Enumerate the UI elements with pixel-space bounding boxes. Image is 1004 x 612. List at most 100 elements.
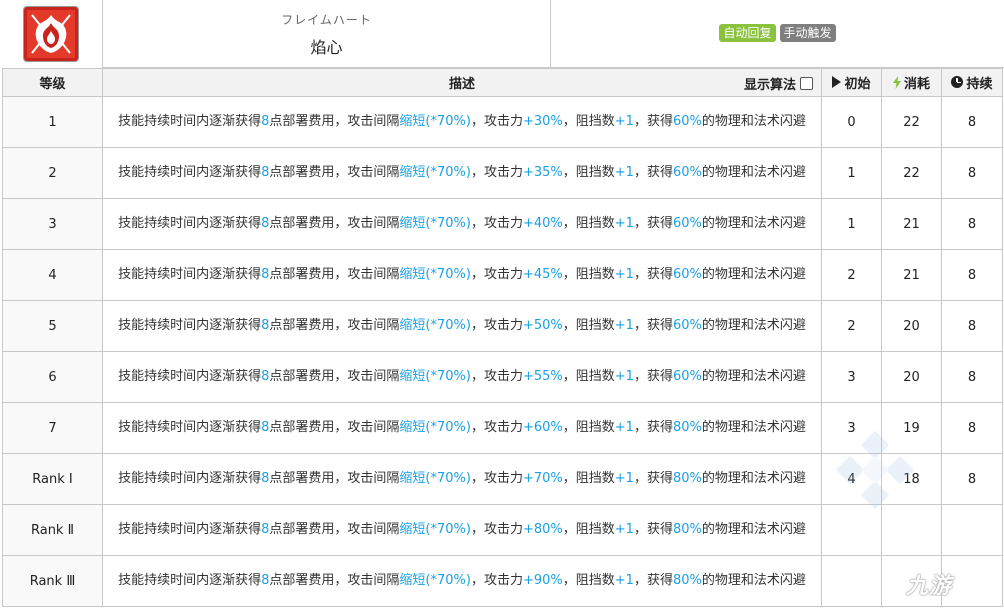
row-description: 技能持续时间内逐渐获得8点部署费用，攻击间隔缩短(*70%)，攻击力+70%，阻…	[102, 453, 822, 505]
skill-name-cell: フレイムハート 焰心	[103, 0, 551, 68]
desc-text: 技能持续时间内逐渐获得	[118, 573, 262, 588]
desc-text: 的物理和法术闪避	[701, 522, 806, 537]
desc-shorten: 缩短(*70%)	[399, 369, 471, 384]
desc-text: 的物理和法术闪避	[701, 216, 806, 231]
row-level: 4	[2, 249, 103, 301]
desc-block-value: +1	[614, 369, 634, 384]
desc-text: ，获得	[633, 318, 673, 333]
row-initial: 1	[821, 147, 882, 199]
desc-shorten: 缩短(*70%)	[399, 267, 471, 282]
desc-text: ，攻击力	[470, 522, 523, 537]
play-icon	[832, 76, 842, 89]
desc-text: ，获得	[633, 573, 673, 588]
desc-text: 技能持续时间内逐渐获得	[118, 522, 262, 537]
table-row: Rank Ⅲ 技能持续时间内逐渐获得8点部署费用，攻击间隔缩短(*70%)，攻击力…	[2, 555, 1003, 607]
row-level: Rank Ⅲ	[2, 555, 103, 607]
watermark-logo: 九游	[906, 568, 952, 600]
desc-text: ，攻击力	[470, 267, 523, 282]
flame-heart-icon	[24, 7, 78, 61]
row-initial: 4	[821, 453, 882, 505]
desc-block-value: +1	[614, 267, 634, 282]
skill-name-jp: フレイムハート	[281, 12, 372, 27]
show-formula-checkbox[interactable]	[800, 77, 813, 90]
row-duration: 8	[941, 198, 1003, 250]
desc-shorten: 缩短(*70%)	[399, 573, 471, 588]
row-cost: 22	[881, 96, 942, 148]
row-description: 技能持续时间内逐渐获得8点部署费用，攻击间隔缩短(*70%)，攻击力+50%，阻…	[102, 300, 822, 352]
desc-text: ，阻挡数	[562, 471, 615, 486]
desc-text: 的物理和法术闪避	[701, 369, 806, 384]
desc-dodge-value: 80%	[672, 573, 702, 588]
skill-tags: 自动回复 手动触发	[551, 0, 1004, 68]
desc-text: ，攻击力	[470, 420, 523, 435]
header-level: 等级	[2, 68, 103, 97]
desc-block-value: +1	[614, 522, 634, 537]
row-duration	[941, 504, 1003, 556]
desc-text: 点部署费用，攻击间隔	[269, 216, 400, 231]
desc-atk-value: +40%	[522, 216, 563, 231]
clock-icon	[951, 76, 964, 89]
desc-text: ，攻击力	[470, 216, 523, 231]
lightning-icon	[892, 75, 901, 89]
desc-shorten: 缩短(*70%)	[399, 216, 471, 231]
row-cost	[881, 504, 942, 556]
desc-block-value: +1	[614, 216, 634, 231]
desc-text: 点部署费用，攻击间隔	[269, 114, 400, 129]
table-row: 6 技能持续时间内逐渐获得8点部署费用，攻击间隔缩短(*70%)，攻击力+55%，…	[2, 351, 1003, 403]
desc-atk-value: +30%	[522, 114, 563, 129]
desc-atk-value: +90%	[522, 573, 563, 588]
row-description: 技能持续时间内逐渐获得8点部署费用，攻击间隔缩短(*70%)，攻击力+40%，阻…	[102, 198, 822, 250]
desc-dodge-value: 80%	[672, 522, 702, 537]
desc-text: ，阻挡数	[562, 114, 615, 129]
header-initial: 初始	[821, 68, 882, 97]
desc-text: ，获得	[633, 267, 673, 282]
desc-text: ，阻挡数	[562, 573, 615, 588]
row-cost: 20	[881, 300, 942, 352]
row-duration: 8	[941, 249, 1003, 301]
desc-dodge-value: 60%	[672, 114, 702, 129]
desc-text: 点部署费用，攻击间隔	[269, 471, 400, 486]
desc-text: ，获得	[633, 114, 673, 129]
desc-block-value: +1	[614, 573, 634, 588]
desc-text: 技能持续时间内逐渐获得	[118, 369, 262, 384]
row-duration: 8	[941, 351, 1003, 403]
desc-text: 点部署费用，攻击间隔	[269, 420, 400, 435]
row-level: 1	[2, 96, 103, 148]
row-initial: 3	[821, 402, 882, 454]
desc-text: 点部署费用，攻击间隔	[269, 369, 400, 384]
desc-shorten: 缩短(*70%)	[399, 420, 471, 435]
row-description: 技能持续时间内逐渐获得8点部署费用，攻击间隔缩短(*70%)，攻击力+80%，阻…	[102, 504, 822, 556]
row-initial: 2	[821, 300, 882, 352]
header-duration: 持续	[941, 68, 1003, 97]
table-row: 5 技能持续时间内逐渐获得8点部署费用，攻击间隔缩短(*70%)，攻击力+50%，…	[2, 300, 1003, 352]
desc-text: ，获得	[633, 369, 673, 384]
row-level: 5	[2, 300, 103, 352]
row-level: 7	[2, 402, 103, 454]
desc-text: 技能持续时间内逐渐获得	[118, 471, 262, 486]
row-description: 技能持续时间内逐渐获得8点部署费用，攻击间隔缩短(*70%)，攻击力+30%，阻…	[102, 96, 822, 148]
table-header-row: 等级 描述 显示算法 初始 消耗 持续	[2, 68, 1003, 97]
desc-text: 的物理和法术闪避	[701, 114, 806, 129]
skill-icon-cell	[0, 0, 103, 68]
desc-atk-value: +70%	[522, 471, 563, 486]
desc-atk-value: +60%	[522, 420, 563, 435]
desc-dodge-value: 60%	[672, 369, 702, 384]
desc-block-value: +1	[614, 420, 634, 435]
desc-text: 点部署费用，攻击间隔	[269, 522, 400, 537]
desc-text: 技能持续时间内逐渐获得	[118, 165, 262, 180]
desc-text: 技能持续时间内逐渐获得	[118, 267, 262, 282]
desc-atk-value: +80%	[522, 522, 563, 537]
show-formula-toggle[interactable]: 显示算法	[744, 74, 813, 93]
desc-dodge-value: 60%	[672, 216, 702, 231]
row-description: 技能持续时间内逐渐获得8点部署费用，攻击间隔缩短(*70%)，攻击力+60%，阻…	[102, 402, 822, 454]
row-duration: 8	[941, 453, 1003, 505]
desc-text: 的物理和法术闪避	[701, 165, 806, 180]
row-initial: 1	[821, 198, 882, 250]
table-row: 1 技能持续时间内逐渐获得8点部署费用，攻击间隔缩短(*70%)，攻击力+30%，…	[2, 96, 1003, 148]
header-duration-label: 持续	[966, 76, 993, 92]
row-duration: 8	[941, 402, 1003, 454]
desc-text: ，攻击力	[470, 114, 523, 129]
table-row: Rank Ⅰ 技能持续时间内逐渐获得8点部署费用，攻击间隔缩短(*70%)，攻击力…	[2, 453, 1003, 505]
desc-text: ，阻挡数	[562, 165, 615, 180]
desc-text: 的物理和法术闪避	[701, 420, 806, 435]
